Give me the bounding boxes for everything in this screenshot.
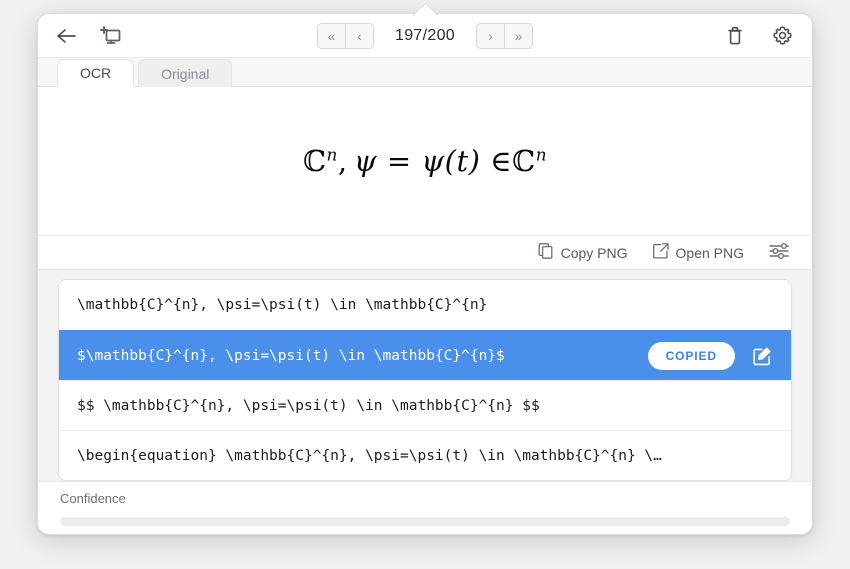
toolbar: « ‹ 197/200 › »	[38, 14, 812, 58]
rendered-equation: ℂn, ψ = ψ(t) ∈ℂn	[303, 144, 547, 178]
open-png-button[interactable]: Open PNG	[652, 242, 744, 263]
equation-equals: =	[386, 144, 412, 178]
equation-c2: ℂ	[512, 144, 536, 178]
tab-ocr-label: OCR	[80, 65, 112, 81]
results-area: \mathbb{C}^{n}, \psi=\psi(t) \in \mathbb…	[38, 270, 812, 481]
trash-icon[interactable]	[725, 25, 745, 47]
first-page-button[interactable]: «	[318, 23, 345, 48]
copy-png-label: Copy PNG	[560, 244, 628, 261]
tab-original-label: Original	[161, 65, 210, 82]
edit-square-icon[interactable]	[751, 345, 773, 367]
result-row-1[interactable]: \mathbb{C}^{n}, \psi=\psi(t) \in \mathbb…	[59, 280, 791, 330]
page-counter: 197/200	[395, 26, 455, 44]
equation-sup-n2: n	[535, 144, 548, 165]
result-row-2-text: $\mathbb{C}^{n}, \psi=\psi(t) \in \mathb…	[77, 347, 505, 364]
copy-png-button[interactable]: Copy PNG	[537, 242, 628, 263]
tab-original[interactable]: Original	[138, 59, 233, 87]
app-window: « ‹ 197/200 › » OCR Original ℂn, ψ = ψ(t…	[37, 13, 813, 535]
result-row-3[interactable]: $$ \mathbb{C}^{n}, \psi=\psi(t) \in \mat…	[59, 380, 791, 430]
gear-icon[interactable]	[771, 24, 794, 47]
pager-next-group: › »	[476, 22, 533, 49]
next-page-button[interactable]: ›	[477, 23, 504, 48]
equation-paren-t: (t)	[444, 144, 481, 178]
popover-notch	[410, 2, 440, 15]
confidence-label: Confidence	[60, 491, 126, 506]
equation-comma: ,	[337, 144, 348, 178]
result-row-4[interactable]: \begin{equation} \mathbb{C}^{n}, \psi=\p…	[59, 430, 791, 480]
result-row-2[interactable]: $\mathbb{C}^{n}, \psi=\psi(t) \in \mathb…	[59, 330, 791, 380]
confidence-bar	[60, 517, 790, 526]
equation-in-symbol: ∈	[490, 144, 513, 178]
sliders-icon	[768, 241, 790, 264]
result-row-1-text: \mathbb{C}^{n}, \psi=\psi(t) \in \mathbb…	[77, 297, 488, 313]
math-preview-panel: ℂn, ψ = ψ(t) ∈ℂn	[38, 87, 812, 236]
result-row-3-text: $$ \mathbb{C}^{n}, \psi=\psi(t) \in \mat…	[77, 397, 540, 414]
open-png-label: Open PNG	[675, 244, 744, 261]
external-link-icon	[652, 242, 670, 263]
back-arrow-icon[interactable]	[56, 27, 78, 45]
toolbar-left-group	[56, 25, 122, 47]
confidence-panel: Confidence	[38, 481, 812, 534]
pager-prev-group: « ‹	[317, 22, 374, 49]
tab-ocr[interactable]: OCR	[57, 59, 135, 87]
preview-action-bar: Copy PNG Open PNG	[38, 236, 812, 270]
pager: « ‹ 197/200 › »	[38, 22, 812, 49]
copy-icon	[537, 242, 555, 263]
new-screenshot-icon[interactable]	[100, 25, 122, 47]
equation-c1: ℂ	[302, 144, 327, 178]
tab-bar: OCR Original	[38, 58, 812, 87]
results-list: \mathbb{C}^{n}, \psi=\psi(t) \in \mathbb…	[58, 279, 792, 481]
copied-badge: COPIED	[647, 341, 735, 370]
equation-psi1: ψ	[353, 144, 378, 178]
equation-sup-n1: n	[326, 144, 338, 165]
toolbar-right-group	[725, 24, 794, 47]
render-options-button[interactable]	[768, 241, 790, 264]
prev-page-button[interactable]: ‹	[345, 23, 373, 48]
result-row-4-text: \begin{equation} \mathbb{C}^{n}, \psi=\p…	[77, 447, 662, 464]
last-page-button[interactable]: »	[504, 23, 532, 48]
equation-psi2: ψ	[421, 144, 445, 178]
